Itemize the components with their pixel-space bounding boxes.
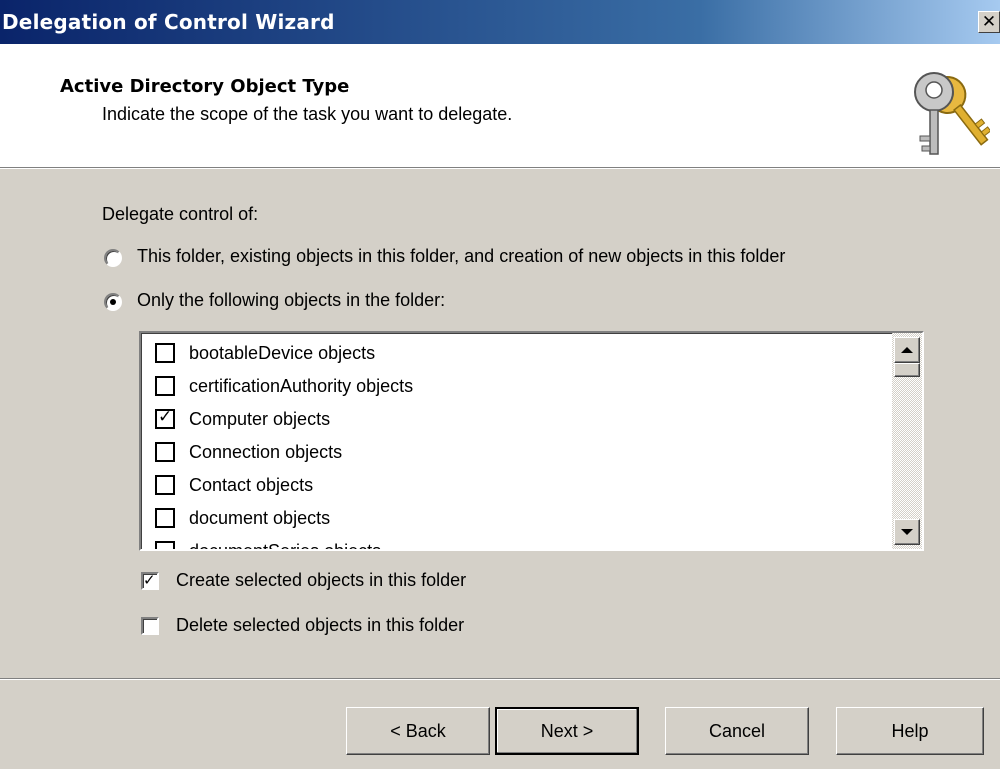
list-item-checkbox[interactable] [155, 376, 175, 396]
create-objects-label[interactable]: Create selected objects in this folder [176, 570, 466, 591]
list-item-checkbox[interactable] [155, 343, 175, 363]
radio-only-following[interactable] [104, 293, 122, 311]
cancel-button[interactable]: Cancel [665, 707, 809, 755]
list-item-checkbox[interactable] [155, 442, 175, 462]
window-title: Delegation of Control Wizard [2, 10, 335, 34]
arrow-down-icon [901, 529, 913, 535]
list-item[interactable]: document objects [155, 506, 330, 530]
list-item[interactable]: documentSeries objects [155, 539, 382, 551]
keys-icon [914, 72, 990, 155]
scroll-down-button[interactable] [894, 519, 920, 545]
list-item[interactable]: Connection objects [155, 440, 342, 464]
list-item[interactable]: bootableDevice objects [155, 341, 375, 365]
list-item-label: documentSeries objects [189, 540, 382, 551]
arrow-up-icon [901, 347, 913, 353]
list-item-label: Contact objects [189, 474, 314, 495]
list-item-checkbox[interactable] [155, 508, 175, 528]
page-subtitle: Indicate the scope of the task you want … [102, 104, 513, 124]
scroll-up-button[interactable] [894, 337, 920, 363]
delegate-control-label: Delegate control of: [102, 204, 259, 224]
list-item[interactable]: Contact objects [155, 473, 313, 497]
next-button[interactable]: Next > [495, 707, 639, 755]
list-item-checkbox[interactable] [155, 541, 175, 549]
help-button[interactable]: Help [836, 707, 984, 755]
list-item-checkbox[interactable] [155, 475, 175, 495]
page-title: Active Directory Object Type [60, 76, 350, 97]
list-item-label: Connection objects [189, 441, 343, 462]
back-button[interactable]: < Back [346, 707, 490, 755]
list-item-label: certificationAuthority objects [189, 375, 414, 396]
title-bar: Delegation of Control Wizard ✕ [0, 0, 1000, 44]
create-objects-checkbox[interactable] [141, 571, 159, 590]
list-item-label: document objects [189, 507, 331, 528]
delete-objects-label[interactable]: Delete selected objects in this folder [176, 615, 464, 636]
delete-objects-checkbox[interactable] [141, 617, 159, 635]
list-item-checkbox[interactable] [155, 407, 175, 429]
list-item[interactable]: Computer objects [155, 407, 330, 431]
button-separator [0, 678, 1000, 680]
radio-this-folder-label[interactable]: This folder, existing objects in this fo… [137, 246, 785, 267]
list-scrollbar[interactable] [892, 333, 922, 549]
wizard-header: Active Directory Object Type Indicate th… [0, 44, 1000, 169]
list-item-label: bootableDevice objects [189, 342, 376, 363]
objects-listbox[interactable]: bootableDevice objects certificationAuth… [139, 331, 924, 551]
list-item-label: Computer objects [189, 408, 331, 429]
radio-only-following-label[interactable]: Only the following objects in the folder… [137, 290, 445, 311]
list-item[interactable]: certificationAuthority objects [155, 374, 413, 398]
scroll-thumb[interactable] [894, 363, 920, 377]
close-icon: ✕ [981, 12, 997, 32]
radio-this-folder[interactable] [104, 249, 122, 267]
close-button[interactable]: ✕ [978, 11, 1000, 33]
